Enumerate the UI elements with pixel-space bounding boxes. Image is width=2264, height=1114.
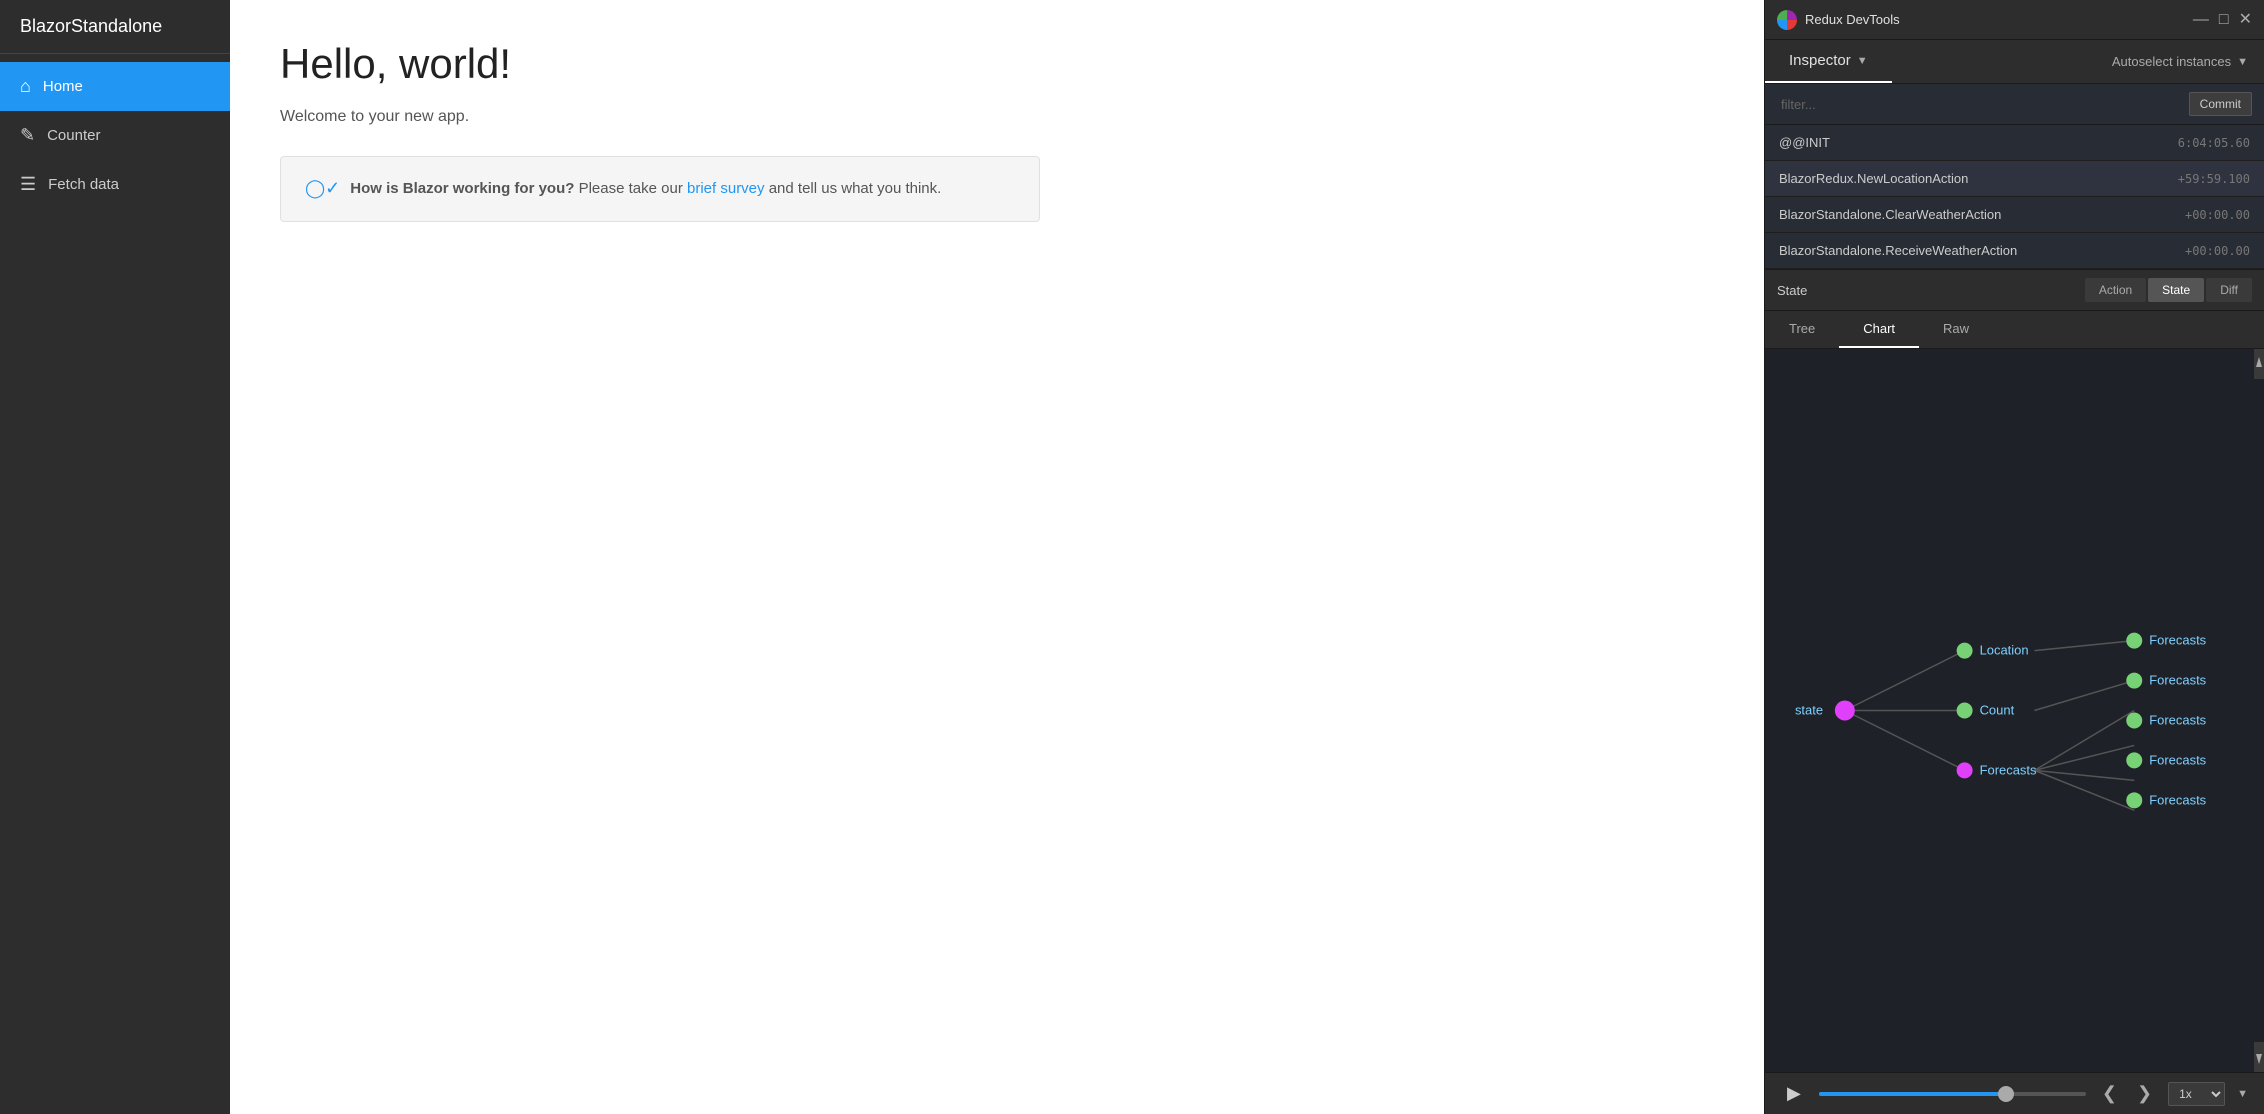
forecasts-child-3-node (2126, 712, 2142, 728)
forecasts-child-2-node (2126, 673, 2142, 689)
action-name-init: @@INIT (1779, 135, 1830, 150)
view-tab-tree[interactable]: Tree (1765, 311, 1839, 348)
play-button[interactable]: ▶ (1781, 1081, 1807, 1106)
maximize-button[interactable]: □ (2219, 12, 2229, 28)
filter-bar: Commit (1765, 84, 2264, 125)
scroll-indicator-top[interactable] (2254, 349, 2264, 379)
state-tabs: Action State Diff (2085, 278, 2252, 302)
forecasts-child-4-label: Forecasts (2149, 752, 2206, 767)
next-button[interactable]: ❯ (2133, 1081, 2156, 1106)
action-row-clearweather[interactable]: BlazorStandalone.ClearWeatherAction +00:… (1765, 197, 2264, 233)
minimize-button[interactable]: — (2193, 12, 2209, 28)
info-box: ◯✓ How is Blazor working for you? Please… (280, 156, 1040, 222)
autoselect-label: Autoselect instances (2112, 54, 2231, 69)
forecasts-child-2-label: Forecasts (2149, 673, 2206, 688)
action-row-receiveweather[interactable]: BlazorStandalone.ReceiveWeatherAction +0… (1765, 233, 2264, 269)
home-icon: ⌂ (20, 76, 31, 97)
action-row-newlocation[interactable]: BlazorRedux.NewLocationAction +59:59.100 (1765, 161, 2264, 197)
action-name-receiveweather: BlazorStandalone.ReceiveWeatherAction (1779, 243, 2017, 258)
main-content: Hello, world! Welcome to your new app. ◯… (230, 0, 1764, 1114)
scrubber-fill (1819, 1092, 2006, 1096)
bottom-controls: ▶ ❮ ❯ 1x 2x 0.5x ▼ (1765, 1072, 2264, 1114)
action-time-init: 6:04:05.60 (2178, 136, 2250, 150)
devtools-titlebar: Redux DevTools — □ ✕ (1765, 0, 2264, 40)
sidebar-item-counter-label: Counter (47, 127, 100, 144)
state-label: State (1777, 283, 1807, 298)
brief-survey-link[interactable]: brief survey (687, 180, 765, 197)
devtools-title: Redux DevTools (1805, 12, 1900, 27)
action-time-clearweather: +00:00.00 (2185, 208, 2250, 222)
filter-input[interactable] (1777, 93, 2181, 116)
forecasts-child-5-label: Forecasts (2149, 792, 2206, 807)
inspector-chevron-icon: ▼ (1857, 55, 1868, 67)
devtools-panel: Redux DevTools — □ ✕ Inspector ▼ Autosel… (1764, 0, 2264, 1114)
devtools-titlebar-controls: — □ ✕ (2193, 12, 2252, 28)
sidebar-item-fetch-data[interactable]: ☰ Fetch data (0, 160, 230, 209)
action-name-newlocation: BlazorRedux.NewLocationAction (1779, 171, 1968, 186)
close-button[interactable]: ✕ (2239, 12, 2252, 28)
forecasts-child-1-label: Forecasts (2149, 633, 2206, 648)
app-brand: BlazorStandalone (0, 0, 230, 54)
inspector-tab-label: Inspector (1789, 52, 1851, 69)
state-inspector: State Action State Diff Tree Chart Raw (1765, 270, 2264, 1114)
info-box-text: How is Blazor working for you? Please ta… (350, 177, 941, 201)
info-box-before-link: Please take our (579, 180, 687, 197)
action-row-init[interactable]: @@INIT 6:04:05.60 (1765, 125, 2264, 161)
view-tab-chart[interactable]: Chart (1839, 311, 1919, 348)
fetchdata-icon: ☰ (20, 174, 36, 195)
state-node-label: state (1795, 702, 1823, 717)
state-header: State Action State Diff (1765, 270, 2264, 311)
page-subtitle: Welcome to your new app. (280, 108, 1714, 126)
speed-select[interactable]: 1x 2x 0.5x (2168, 1082, 2225, 1106)
action-time-receiveweather: +00:00.00 (2185, 244, 2250, 258)
forecasts-child-3-label: Forecasts (2149, 712, 2206, 727)
sidebar-item-home-label: Home (43, 78, 83, 95)
forecasts-label: Forecasts (1980, 762, 2037, 777)
action-time-newlocation: +59:59.100 (2178, 172, 2250, 186)
view-tab-raw[interactable]: Raw (1919, 311, 1993, 348)
state-chart-svg: state Location Count Forecasts Forecasts… (1765, 349, 2264, 1072)
tab-action[interactable]: Action (2085, 278, 2146, 302)
scrubber-track[interactable] (1819, 1092, 2086, 1096)
action-list: @@INIT 6:04:05.60 BlazorRedux.NewLocatio… (1765, 125, 2264, 270)
tab-state[interactable]: State (2148, 278, 2204, 302)
sidebar-item-fetchdata-label: Fetch data (48, 176, 119, 193)
prev-button[interactable]: ❮ (2098, 1081, 2121, 1106)
count-node (1957, 703, 1973, 719)
check-circle-icon: ◯✓ (305, 178, 340, 199)
tab-diff[interactable]: Diff (2206, 278, 2252, 302)
sidebar: BlazorStandalone ⌂ Home ✎ Counter ☰ Fetc… (0, 0, 230, 1114)
location-label: Location (1980, 643, 2029, 658)
sidebar-item-counter[interactable]: ✎ Counter (0, 111, 230, 160)
page-title: Hello, world! (280, 40, 1714, 88)
commit-button[interactable]: Commit (2189, 92, 2252, 116)
autoselect-chevron-icon: ▼ (2237, 56, 2248, 68)
devtools-header: Inspector ▼ Autoselect instances ▼ (1765, 40, 2264, 84)
location-node (1957, 643, 1973, 659)
autoselect-section[interactable]: Autoselect instances ▼ (2096, 42, 2264, 81)
counter-icon: ✎ (20, 125, 35, 146)
scroll-indicator-bottom[interactable] (2254, 1042, 2264, 1072)
view-tabs: Tree Chart Raw (1765, 311, 2264, 349)
state-node (1835, 701, 1855, 721)
forecasts-child-4-node (2126, 752, 2142, 768)
info-box-after-link: and tell us what you think. (769, 180, 942, 197)
sidebar-item-home[interactable]: ⌂ Home (0, 62, 230, 111)
action-name-clearweather: BlazorStandalone.ClearWeatherAction (1779, 207, 2001, 222)
forecasts-child-1-node (2126, 633, 2142, 649)
forecasts-node (1957, 762, 1973, 778)
forecasts-child-5-node (2126, 792, 2142, 808)
redux-logo (1777, 10, 1797, 30)
scrubber-thumb[interactable] (1998, 1086, 2014, 1102)
sidebar-nav: ⌂ Home ✎ Counter ☰ Fetch data (0, 54, 230, 217)
speed-chevron-icon: ▼ (2237, 1088, 2248, 1100)
devtools-titlebar-left: Redux DevTools (1777, 10, 1900, 30)
count-label: Count (1980, 702, 2015, 717)
inspector-tab[interactable]: Inspector ▼ (1765, 40, 1892, 83)
info-box-heading: How is Blazor working for you? (350, 180, 574, 197)
chart-area: state Location Count Forecasts Forecasts… (1765, 349, 2264, 1072)
